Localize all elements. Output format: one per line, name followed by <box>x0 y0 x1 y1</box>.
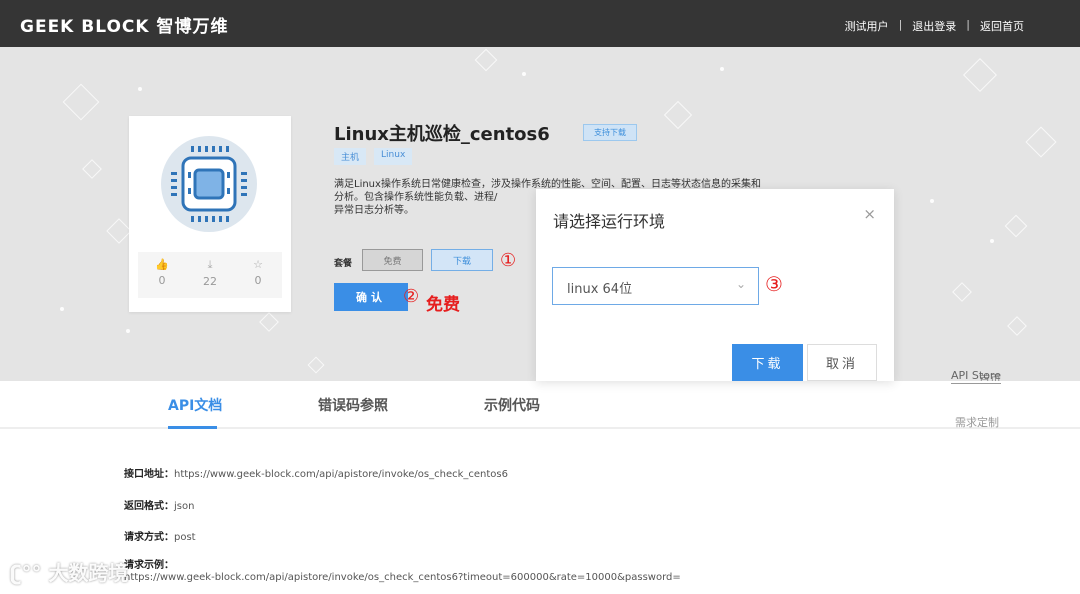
product-card: 👍 0 ⤓ 22 ☆ 0 <box>129 116 291 312</box>
decor-diamond <box>952 282 972 302</box>
thumb-up-icon: 👍 <box>155 258 169 271</box>
tag-host[interactable]: 主机 <box>334 148 367 165</box>
plan-free-option[interactable]: 免费 <box>362 249 423 271</box>
format-label: 返回格式： <box>124 501 174 512</box>
tag-linux[interactable]: Linux <box>374 148 413 165</box>
decor-diamond <box>62 83 100 121</box>
decor-diamond <box>1004 214 1028 238</box>
stat-likes[interactable]: 👍 0 <box>138 252 186 298</box>
nav-home-link[interactable]: 返回首页 <box>980 18 1024 34</box>
decor-diamond <box>307 356 325 374</box>
product-stats: 👍 0 ⤓ 22 ☆ 0 <box>138 252 282 298</box>
env-select-value: linux 64位 <box>567 282 633 297</box>
stat-favorites-value: 0 <box>254 274 262 287</box>
dialog-title: 请选择运行环境 <box>553 212 666 231</box>
endpoint-value: https://www.geek-block.com/api/apistore/… <box>174 469 508 480</box>
method-value: post <box>174 532 196 543</box>
download-support-badge: 支持下载 <box>583 124 637 141</box>
example-value-row: https://www.geek-block.com/api/apistore/… <box>124 572 681 583</box>
annotation-marker-3: ③ <box>765 272 783 296</box>
nav-separator: | <box>898 18 903 31</box>
confirm-button[interactable]: 确认 <box>334 283 408 311</box>
stat-favorites[interactable]: ☆ 0 <box>234 252 282 298</box>
plan-download-option[interactable]: 下载 <box>431 249 493 271</box>
decor-dot <box>138 87 142 91</box>
nav-separator: | <box>966 18 970 31</box>
side-api-store-link[interactable]: API Store <box>951 369 1001 384</box>
annotation-free-label: 免费 <box>426 295 460 315</box>
method-label: 请求方式： <box>124 532 174 543</box>
product-title: Linux主机巡检_centos6 <box>334 124 550 145</box>
decor-dot <box>990 239 994 243</box>
download-icon: ⤓ <box>207 258 213 271</box>
decor-dot <box>126 329 130 333</box>
endpoint-row: 接口地址：https://www.geek-block.com/api/apis… <box>124 465 508 480</box>
dialog-cancel-button[interactable]: 取消 <box>807 344 877 381</box>
watermark: ʗ°° 大数跨境 <box>10 557 128 586</box>
annotation-marker-2: ② <box>403 286 420 307</box>
watermark-logo-icon: ʗ°° <box>10 561 42 585</box>
decor-dot <box>720 67 724 71</box>
format-value: json <box>174 501 195 512</box>
tab-sample-code[interactable]: 示例代码 <box>484 395 540 415</box>
active-tab-indicator <box>168 426 217 429</box>
top-header: GEEK BLOCK 智博万维 测试用户 | 退出登录 | 返回首页 <box>0 0 1080 47</box>
close-icon[interactable]: × <box>863 205 876 223</box>
decor-diamond <box>663 100 693 130</box>
method-row: 请求方式：post <box>124 528 196 543</box>
example-label-row: 请求示例： <box>124 556 174 571</box>
decor-diamond <box>259 312 279 332</box>
decor-diamond <box>1025 126 1057 158</box>
decor-diamond <box>963 58 997 92</box>
decor-diamond <box>106 218 132 244</box>
stat-likes-value: 0 <box>158 274 166 287</box>
stat-downloads-value: 22 <box>203 275 217 288</box>
decor-diamond <box>474 48 498 72</box>
tab-error-codes[interactable]: 错误码参照 <box>318 395 388 415</box>
star-icon: ☆ <box>253 258 263 271</box>
tab-api-doc[interactable]: API文档 <box>168 395 222 415</box>
format-row: 返回格式：json <box>124 497 194 512</box>
watermark-text: 大数跨境 <box>48 561 129 585</box>
decor-dot <box>522 72 526 76</box>
stat-downloads: ⤓ 22 <box>186 252 234 298</box>
decor-diamond <box>82 159 102 179</box>
example-label: 请求示例： <box>124 560 174 571</box>
cpu-chip-icon <box>161 136 257 232</box>
endpoint-label: 接口地址： <box>124 469 174 480</box>
product-tags: 主机 Linux <box>334 148 413 165</box>
chevron-down-icon: ⌄ <box>735 277 746 291</box>
nav-logout-link[interactable]: 退出登录 <box>912 18 956 34</box>
env-select[interactable]: linux 64位 ⌄ <box>552 267 759 305</box>
decor-diamond <box>1007 316 1027 336</box>
doc-tabs: API文档 错误码参照 示例代码 <box>0 381 1080 429</box>
plan-label: 套餐 <box>334 259 353 269</box>
site-logo[interactable]: GEEK BLOCK 智博万维 <box>20 12 228 37</box>
nav-user-link[interactable]: 测试用户 <box>845 18 889 34</box>
side-custom-link[interactable]: 需求定制 <box>955 414 999 430</box>
decor-dot <box>60 307 64 311</box>
decor-dot <box>930 199 934 203</box>
example-value: https://www.geek-block.com/api/apistore/… <box>124 572 681 583</box>
annotation-marker-1: ① <box>500 250 517 271</box>
runtime-env-dialog: 请选择运行环境 × linux 64位 ⌄ ③ 下载 取消 <box>536 189 894 381</box>
top-nav: 测试用户 | 退出登录 | 返回首页 <box>845 18 1024 34</box>
dialog-download-button[interactable]: 下载 <box>732 344 803 381</box>
